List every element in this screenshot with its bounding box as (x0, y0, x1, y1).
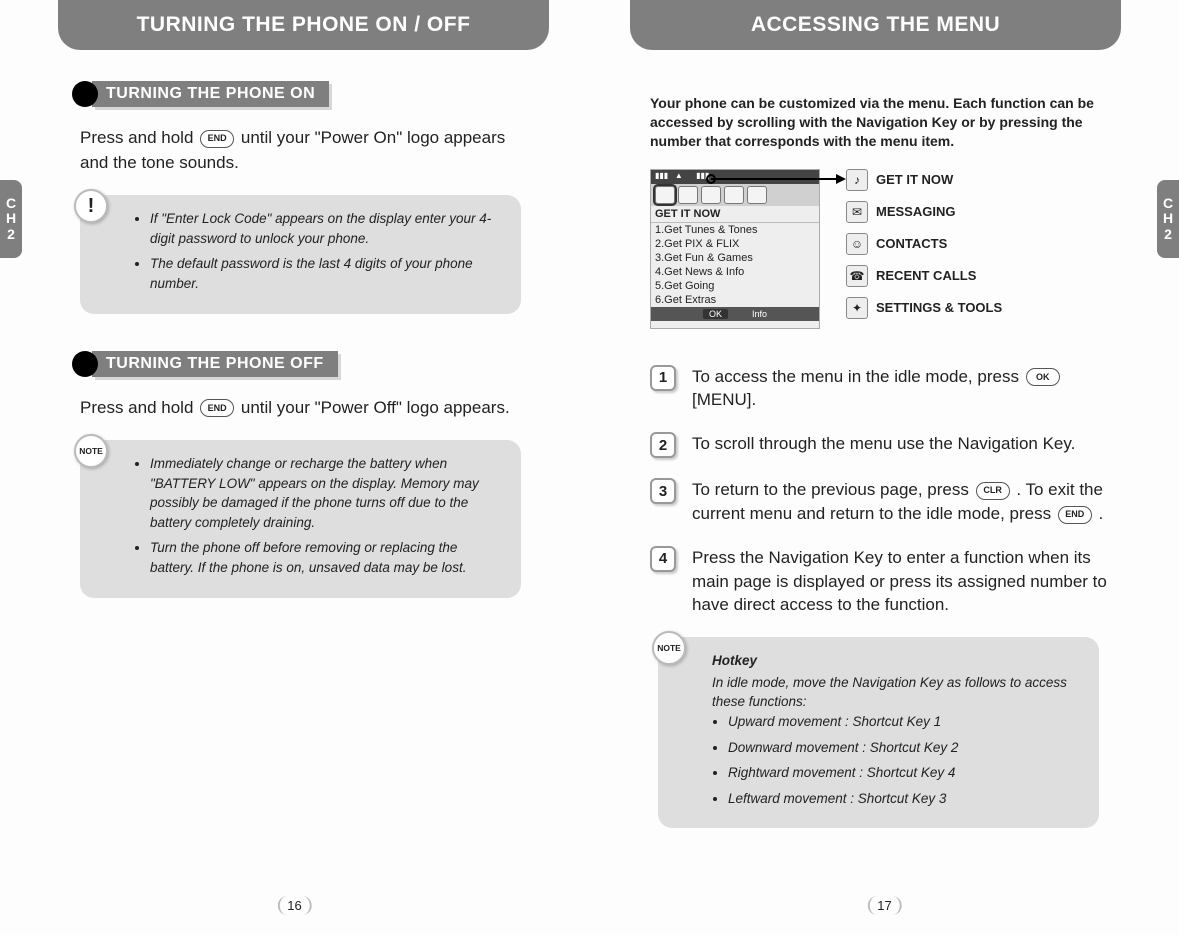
phone-screenshot: ▮▮▮ ▲ ▮▮▮ GET IT NOW 1.Get Tunes & Tones… (650, 169, 820, 329)
note-box-battery: NOTE Immediately change or recharge the … (80, 440, 521, 597)
step-text: Press the Navigation Key to enter a func… (692, 546, 1107, 617)
chapter-tab-right: C H 2 (1157, 180, 1179, 258)
step-number: 3 (650, 478, 676, 504)
step-number: 2 (650, 432, 676, 458)
screen-option: 3.Get Fun & Games (651, 251, 819, 265)
bullet-dot-icon (72, 351, 98, 377)
subheading-label: TURNING THE PHONE OFF (92, 351, 338, 377)
screen-option: 6.Get Extras (651, 293, 819, 307)
text-fragment: until your "Power Off" logo appears. (241, 398, 510, 417)
get-it-now-icon: ♪ (846, 169, 868, 191)
menu-legend-label: MESSAGING (876, 204, 955, 219)
end-key-icon: END (1058, 506, 1092, 524)
screen-option: 2.Get PIX & FLIX (651, 237, 819, 251)
end-key-icon: END (200, 130, 234, 148)
menu-legend-label: SETTINGS & TOOLS (876, 300, 1002, 315)
menu-legend-label: CONTACTS (876, 236, 947, 251)
step-number: 4 (650, 546, 676, 572)
chapter-tab-h: H (1163, 211, 1173, 226)
note-item: Immediately change or recharge the batte… (150, 454, 503, 532)
step-text: To scroll through the menu use the Navig… (692, 432, 1075, 458)
hotkey-item: Upward movement : Shortcut Key 1 (728, 712, 1081, 732)
chapter-tab-n: 2 (1164, 227, 1172, 242)
page-left: TURNING THE PHONE ON / OFF C H 2 TURNING… (0, 0, 589, 935)
note-item: Turn the phone off before removing or re… (150, 538, 503, 577)
subheading-label: TURNING THE PHONE ON (92, 81, 329, 107)
step-2: 2 To scroll through the menu use the Nav… (650, 432, 1107, 458)
note-item: If "Enter Lock Code" appears on the disp… (150, 209, 503, 248)
menu-legend-label: RECENT CALLS (876, 268, 976, 283)
page-right: ACCESSING THE MENU C H 2 Your phone can … (590, 0, 1179, 935)
bullet-dot-icon (72, 81, 98, 107)
menu-legend-item: ✦ SETTINGS & TOOLS (846, 297, 1002, 319)
page-header-right: ACCESSING THE MENU (630, 0, 1121, 50)
screen-option: 5.Get Going (651, 279, 819, 293)
menu-legend-item: ☎ RECENT CALLS (846, 265, 1002, 287)
note-icon: NOTE (74, 434, 108, 468)
text-fragment: . (1099, 504, 1104, 523)
arrow-icon (706, 169, 846, 189)
ok-key-icon: OK (1026, 368, 1060, 386)
softkey-info: Info (752, 309, 767, 319)
menu-icon (655, 186, 675, 204)
chapter-tab-c: C (6, 196, 16, 211)
note-box-hotkey: NOTE Hotkey In idle mode, move the Navig… (658, 637, 1099, 828)
page-number-left: 16 (277, 896, 311, 915)
text-fragment: Press and hold (80, 398, 198, 417)
menu-legend-list: ♪ GET IT NOW ✉ MESSAGING ☺ CONTACTS ☎ RECENT… (846, 169, 1002, 329)
hotkey-item: Downward movement : Shortcut Key 2 (728, 738, 1081, 758)
menu-legend-item: ♪ GET IT NOW (846, 169, 1002, 191)
step-text: To return to the previous page, press CL… (692, 478, 1107, 526)
note-item: The default password is the last 4 digit… (150, 254, 503, 293)
step-3: 3 To return to the previous page, press … (650, 478, 1107, 526)
settings-tools-icon: ✦ (846, 297, 868, 319)
hotkey-title: Hotkey (712, 651, 1081, 671)
note-icon: NOTE (652, 631, 686, 665)
chapter-tab-h: H (6, 211, 16, 226)
phone-off-body: Press and hold END until your "Power Off… (80, 396, 521, 421)
contacts-icon: ☺ (846, 233, 868, 255)
menu-illustration-row: ▮▮▮ ▲ ▮▮▮ GET IT NOW 1.Get Tunes & Tones… (650, 169, 1107, 329)
chapter-tab-left: C H 2 (0, 180, 22, 258)
page-number-right: 17 (867, 896, 901, 915)
step-text: To access the menu in the idle mode, pre… (692, 365, 1107, 413)
clr-key-icon: CLR (976, 482, 1010, 500)
left-content: TURNING THE PHONE ON Press and hold END … (0, 50, 589, 598)
screen-title: GET IT NOW (651, 206, 819, 223)
step-1: 1 To access the menu in the idle mode, p… (650, 365, 1107, 413)
text-fragment: Press and hold (80, 128, 198, 147)
recent-calls-icon: ☎ (846, 265, 868, 287)
alert-icon: ! (74, 189, 108, 223)
messaging-icon: ✉ (846, 201, 868, 223)
phone-on-body: Press and hold END until your "Power On"… (80, 126, 521, 175)
note-box-lockcode: ! If "Enter Lock Code" appears on the di… (80, 195, 521, 313)
menu-icon (678, 186, 698, 204)
step-number: 1 (650, 365, 676, 391)
chapter-tab-c: C (1163, 196, 1173, 211)
softkey-ok: OK (703, 309, 728, 319)
menu-legend-label: GET IT NOW (876, 172, 953, 187)
end-key-icon: END (200, 399, 234, 417)
hotkey-intro: In idle mode, move the Navigation Key as… (712, 673, 1081, 712)
softkey-bar: OK Info (651, 307, 819, 321)
page-header-left: TURNING THE PHONE ON / OFF (58, 0, 549, 50)
chapter-tab-n: 2 (7, 227, 15, 242)
right-content: Your phone can be customized via the men… (590, 50, 1179, 828)
text-fragment: To access the menu in the idle mode, pre… (692, 367, 1024, 386)
subheading-phone-on: TURNING THE PHONE ON (72, 80, 529, 108)
step-4: 4 Press the Navigation Key to enter a fu… (650, 546, 1107, 617)
subheading-phone-off: TURNING THE PHONE OFF (72, 350, 529, 378)
hotkey-item: Rightward movement : Shortcut Key 4 (728, 763, 1081, 783)
screen-option: 1.Get Tunes & Tones (651, 223, 819, 237)
menu-legend-item: ✉ MESSAGING (846, 201, 1002, 223)
hotkey-item: Leftward movement : Shortcut Key 3 (728, 789, 1081, 809)
intro-text: Your phone can be customized via the men… (650, 94, 1107, 151)
text-fragment: [MENU]. (692, 390, 756, 409)
text-fragment: To return to the previous page, press (692, 480, 974, 499)
screen-option: 4.Get News & Info (651, 265, 819, 279)
menu-legend-item: ☺ CONTACTS (846, 233, 1002, 255)
